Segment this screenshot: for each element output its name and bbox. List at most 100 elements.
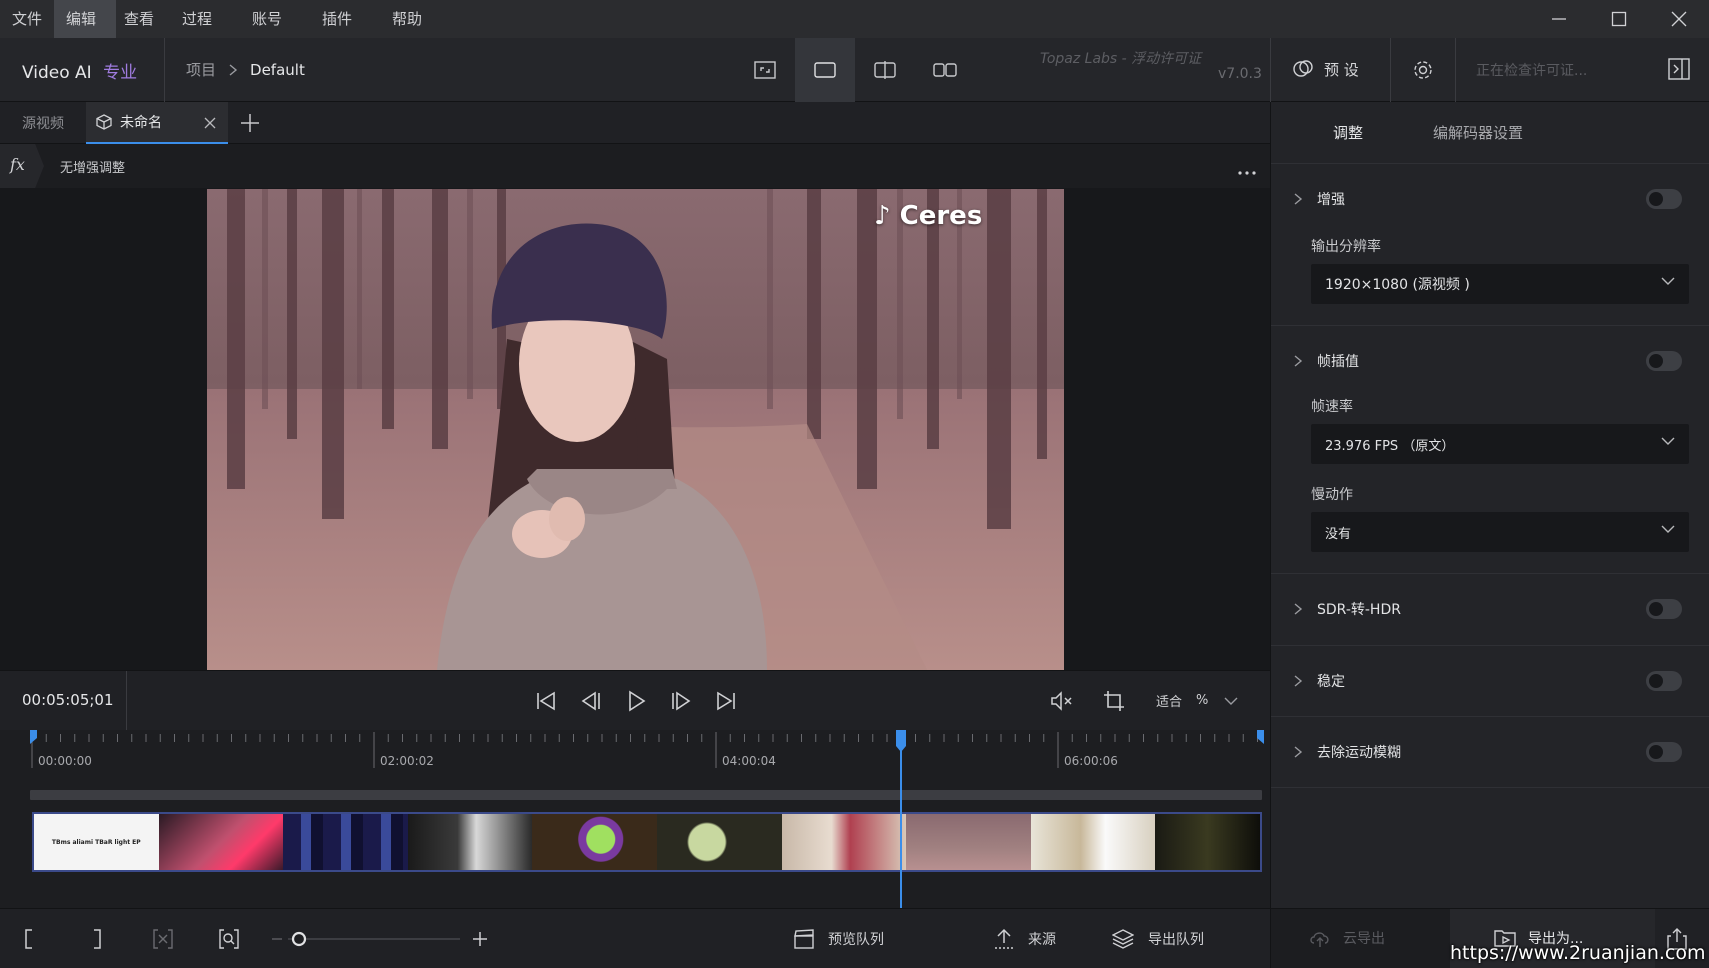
timeline-zoom-slider[interactable] <box>268 909 488 968</box>
menu-view[interactable]: 查看 <box>112 0 166 38</box>
export-queue-label: 导出队列 <box>1148 932 1204 948</box>
source-button[interactable]: 来源 <box>994 909 1056 968</box>
enhance-header[interactable]: 增强 <box>1271 164 1709 234</box>
timeline[interactable]: 00:00:00 02:00:02 04:00:04 06:00:06 TBms… <box>0 730 1270 908</box>
mute-button[interactable] <box>1040 671 1084 731</box>
menu-file[interactable]: 文件 <box>0 0 54 38</box>
filmstrip[interactable]: TBms aliami TBaR light EP <box>32 812 1262 872</box>
clapperboard-icon <box>794 929 814 949</box>
output-resolution-label: 输出分辨率 <box>1311 239 1381 255</box>
close-window-button[interactable] <box>1649 0 1709 38</box>
add-tab-button[interactable] <box>236 102 264 144</box>
tab-untitled[interactable]: 未命名 <box>86 102 228 144</box>
filmstrip-thumb: TBms aliami TBaR light EP <box>34 814 159 870</box>
chevron-down-icon <box>1661 277 1675 285</box>
chevron-down-icon <box>1224 697 1238 705</box>
breadcrumb: 项目 Default <box>186 59 305 80</box>
cloud-export-button[interactable]: 云导出 <box>1270 909 1450 968</box>
video-preview[interactable]: ♪ Ceres <box>207 189 1064 670</box>
gear-icon <box>1414 61 1432 79</box>
breadcrumb-root[interactable]: 项目 <box>186 59 216 80</box>
section-motion-deblur: 去除运动模糊 <box>1271 717 1709 788</box>
output-resolution-select[interactable]: 1920×1080 (源视频 ) <box>1311 264 1689 304</box>
fx-badge[interactable]: fx <box>0 144 44 188</box>
filmstrip-thumb <box>1155 814 1260 870</box>
bottom-bar: 预览队列 来源 导出队列 云导出 导出为... https://www.2rua… <box>0 908 1709 968</box>
skip-to-end-button[interactable] <box>704 671 748 731</box>
sdr-hdr-header[interactable]: SDR-转-HDR <box>1271 574 1709 644</box>
filmstrip-thumb <box>906 814 1031 870</box>
motion-deblur-header[interactable]: 去除运动模糊 <box>1271 717 1709 787</box>
tab-codec-settings[interactable]: 编解码器设置 <box>1433 122 1523 143</box>
license-status: 正在检查许可证... <box>1476 63 1588 79</box>
export-queue-button[interactable]: 导出队列 <box>1112 909 1204 968</box>
view-side-by-side-button[interactable] <box>915 38 975 102</box>
breadcrumb-current: Default <box>250 60 305 79</box>
chevron-down-icon <box>1661 437 1675 445</box>
stabilize-toggle[interactable] <box>1646 671 1682 691</box>
preset-button[interactable]: 预 设 <box>1292 58 1359 80</box>
section-sdr-hdr: SDR-转-HDR <box>1271 574 1709 646</box>
clear-range-icon <box>153 929 173 949</box>
panel-toggle-icon <box>1668 58 1690 80</box>
divider <box>164 38 165 102</box>
motion-deblur-toggle[interactable] <box>1646 742 1682 762</box>
preview-queue-button[interactable]: 预览队列 <box>794 909 884 968</box>
timecode[interactable]: 00:05:05;01 <box>22 691 114 709</box>
view-split-button[interactable] <box>855 38 915 102</box>
section-enhance: 增强 输出分辨率 1920×1080 (源视频 ) <box>1271 164 1709 326</box>
enhance-label: 增强 <box>1317 192 1345 208</box>
toggle-panel-button[interactable] <box>1668 58 1690 84</box>
menu-help[interactable]: 帮助 <box>380 0 434 38</box>
split-view-icon <box>874 61 896 79</box>
minimize-button[interactable] <box>1529 0 1589 38</box>
clear-range-button[interactable] <box>152 909 174 968</box>
menu-edit[interactable]: 编辑 <box>54 0 116 38</box>
settings-button[interactable] <box>1412 59 1434 85</box>
frame-interp-header[interactable]: 帧插值 <box>1271 326 1709 396</box>
stabilize-header[interactable]: 稳定 <box>1271 646 1709 716</box>
filmstrip-thumb <box>656 814 782 870</box>
close-tab-icon[interactable] <box>204 117 216 129</box>
view-single-button[interactable] <box>795 38 855 102</box>
frame-rate-select[interactable]: 23.976 FPS （原文） <box>1311 424 1689 464</box>
filmstrip-thumb <box>407 814 533 870</box>
preset-icon <box>1293 60 1313 77</box>
skip-to-start-button[interactable] <box>524 671 568 731</box>
maximize-button[interactable] <box>1589 0 1649 38</box>
tab-source-video[interactable]: 源视频 <box>0 102 86 144</box>
divider <box>126 671 127 731</box>
slow-motion-select[interactable]: 没有 <box>1311 512 1689 552</box>
sdr-hdr-toggle[interactable] <box>1646 599 1682 619</box>
next-frame-button[interactable] <box>659 671 703 731</box>
play-button[interactable] <box>614 671 658 731</box>
menu-process[interactable]: 过程 <box>170 0 224 38</box>
zoom-to-fit-button[interactable] <box>218 909 240 968</box>
enhance-toggle[interactable] <box>1646 189 1682 209</box>
zoom-range-icon <box>219 929 239 949</box>
output-resolution-value: 1920×1080 (源视频 ) <box>1325 277 1470 293</box>
playhead[interactable] <box>900 730 902 908</box>
zoom-select[interactable]: 适合 % <box>1156 691 1238 710</box>
previous-frame-button[interactable] <box>569 671 613 731</box>
set-in-point-button[interactable] <box>24 909 34 968</box>
tick-label: 04:00:04 <box>722 754 776 768</box>
divider <box>1455 38 1456 102</box>
set-out-point-button[interactable] <box>92 909 102 968</box>
playhead-handle[interactable] <box>895 730 907 752</box>
zoom-slider-track <box>272 931 487 947</box>
tab-adjust[interactable]: 调整 <box>1333 122 1363 143</box>
crop-button[interactable] <box>1092 671 1136 731</box>
plus-icon <box>241 114 259 132</box>
side-by-side-icon <box>933 63 957 77</box>
slow-motion-value: 没有 <box>1325 526 1352 542</box>
more-options-button[interactable] <box>1238 164 1256 180</box>
menu-plugins[interactable]: 插件 <box>310 0 364 38</box>
preview-area: ♪ Ceres <box>0 188 1270 670</box>
chevron-right-icon <box>1294 603 1303 615</box>
maximize-icon <box>1611 11 1627 27</box>
frame-interp-toggle[interactable] <box>1646 351 1682 371</box>
tick-label: 00:00:00 <box>38 754 92 768</box>
view-fullscreen-button[interactable] <box>735 38 795 102</box>
menu-account[interactable]: 账号 <box>240 0 294 38</box>
